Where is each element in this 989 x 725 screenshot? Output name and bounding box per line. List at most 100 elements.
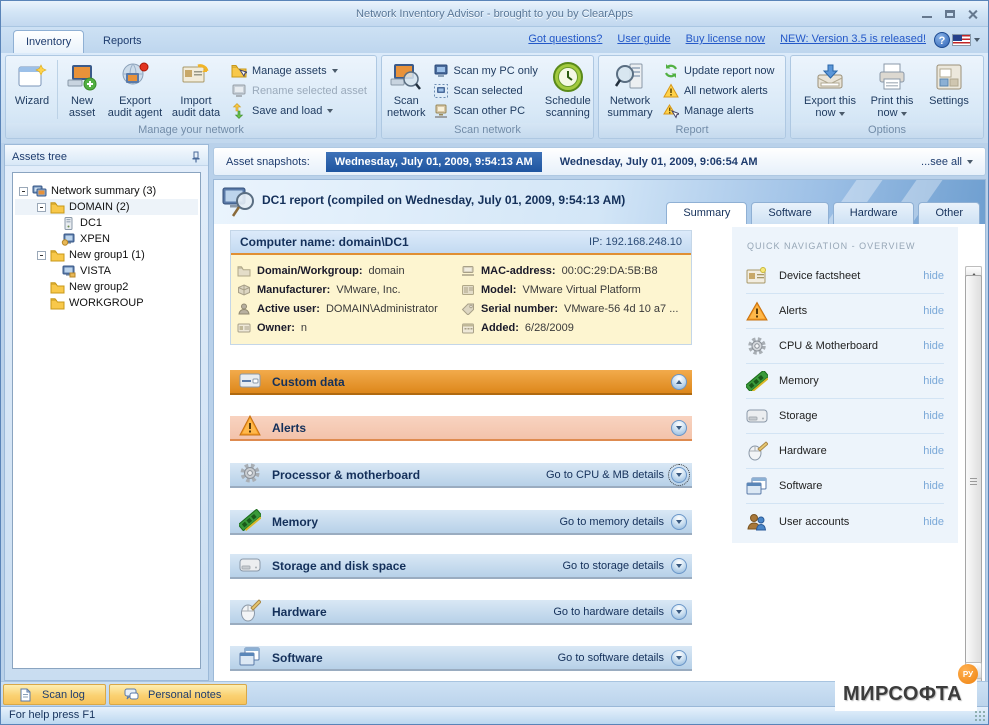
go-to-software-details-link[interactable]: Go to software details bbox=[558, 652, 664, 664]
snapshot-selected[interactable]: Wednesday, July 01, 2009, 9:54:13 AM bbox=[326, 152, 542, 172]
quick-nav-storage[interactable]: Storage hide bbox=[746, 399, 944, 434]
export-audit-agent-button[interactable]: Export audit agent bbox=[104, 58, 166, 121]
collapse-section-button[interactable] bbox=[671, 374, 687, 390]
go-to-cpu-details-link[interactable]: Go to CPU & MB details bbox=[546, 469, 664, 481]
hide-link[interactable]: hide bbox=[923, 340, 944, 352]
resize-grip[interactable] bbox=[974, 710, 986, 722]
hide-link[interactable]: hide bbox=[923, 375, 944, 387]
expand-section-button[interactable] bbox=[671, 558, 687, 574]
language-selector[interactable] bbox=[952, 34, 980, 46]
all-network-alerts-button[interactable]: All network alerts bbox=[660, 82, 778, 99]
expand-section-button[interactable] bbox=[671, 420, 687, 436]
go-to-storage-details-link[interactable]: Go to storage details bbox=[562, 560, 664, 572]
expand-section-button[interactable] bbox=[671, 514, 687, 530]
personal-notes-button[interactable]: Personal notes bbox=[109, 684, 247, 705]
section-custom-data[interactable]: Custom data bbox=[230, 370, 692, 395]
tree-item-new-group2[interactable]: New group2 bbox=[15, 279, 198, 295]
watermark: МИРСОФТА РУ bbox=[835, 667, 977, 711]
go-to-hardware-details-link[interactable]: Go to hardware details bbox=[553, 606, 664, 618]
help-icon[interactable]: ? bbox=[934, 32, 950, 48]
new-asset-button[interactable]: New asset bbox=[60, 58, 104, 121]
got-questions-link[interactable]: Got questions? bbox=[528, 33, 602, 45]
rename-selected-asset-button[interactable]: Rename selected asset bbox=[228, 82, 370, 99]
chevron-down-icon bbox=[676, 426, 682, 430]
hide-link[interactable]: hide bbox=[923, 410, 944, 422]
expand-section-button[interactable] bbox=[671, 650, 687, 666]
assets-tree: Network summary (3) DOMAIN (2) DC1 XPE bbox=[12, 172, 201, 669]
expand-section-button[interactable] bbox=[671, 604, 687, 620]
collapse-expander-icon[interactable] bbox=[37, 251, 46, 260]
hide-link[interactable]: hide bbox=[923, 305, 944, 317]
section-memory[interactable]: Memory Go to memory details bbox=[230, 510, 692, 535]
wizard-button[interactable]: Wizard bbox=[9, 58, 55, 121]
scan-log-button[interactable]: Scan log bbox=[3, 684, 106, 705]
manage-assets-button[interactable]: Manage assets bbox=[228, 62, 370, 79]
collapse-expander-icon[interactable] bbox=[37, 203, 46, 212]
hide-link[interactable]: hide bbox=[923, 480, 944, 492]
minimize-button[interactable] bbox=[920, 8, 934, 20]
collapse-expander-icon[interactable] bbox=[19, 187, 28, 196]
section-storage[interactable]: Storage and disk space Go to storage det… bbox=[230, 554, 692, 579]
tree-item-xpen[interactable]: XPEN bbox=[15, 231, 198, 247]
tree-item-domain[interactable]: DOMAIN (2) bbox=[15, 199, 198, 215]
pin-icon[interactable] bbox=[190, 151, 201, 163]
scan-other-pc-button[interactable]: Scan other PC bbox=[430, 102, 541, 119]
section-processor-motherboard[interactable]: Processor & motherboard Go to CPU & MB d… bbox=[230, 463, 692, 488]
update-report-button[interactable]: Update report now bbox=[660, 62, 778, 79]
scan-network-button[interactable]: Scan network bbox=[385, 58, 428, 121]
section-hardware[interactable]: Hardware Go to hardware details bbox=[230, 600, 692, 625]
manage-assets-icon bbox=[231, 63, 247, 79]
quick-nav-software[interactable]: Software hide bbox=[746, 469, 944, 504]
quick-nav-device-factsheet[interactable]: Device factsheet hide bbox=[746, 259, 944, 294]
user-guide-link[interactable]: User guide bbox=[617, 33, 670, 45]
vertical-scrollbar[interactable] bbox=[965, 266, 982, 679]
tab-other[interactable]: Other bbox=[918, 202, 980, 224]
expand-section-button[interactable] bbox=[671, 467, 687, 483]
package-icon bbox=[237, 284, 251, 296]
scan-my-pc-button[interactable]: Scan my PC only bbox=[430, 62, 541, 79]
maximize-button[interactable] bbox=[943, 8, 957, 20]
manage-alerts-button[interactable]: Manage alerts bbox=[660, 102, 778, 119]
tree-item-workgroup[interactable]: WORKGROUP bbox=[15, 295, 198, 311]
scan-selected-button[interactable]: Scan selected bbox=[430, 82, 541, 99]
quick-nav-memory[interactable]: Memory hide bbox=[746, 364, 944, 399]
tree-item-new-group1[interactable]: New group1 (1) bbox=[15, 247, 198, 263]
tab-hardware[interactable]: Hardware bbox=[833, 202, 915, 224]
tab-inventory[interactable]: Inventory bbox=[13, 30, 84, 53]
quick-nav-alerts[interactable]: Alerts hide bbox=[746, 294, 944, 329]
tab-summary[interactable]: Summary bbox=[666, 202, 747, 224]
report-header: DC1 report (compiled on Wednesday, July … bbox=[214, 180, 985, 224]
see-all-button[interactable]: ...see all bbox=[921, 156, 973, 168]
tab-software[interactable]: Software bbox=[751, 202, 828, 224]
quick-nav-user-accounts[interactable]: User accounts hide bbox=[746, 504, 944, 539]
export-this-now-button[interactable]: Export this now bbox=[801, 58, 859, 121]
snapshot-other[interactable]: Wednesday, July 01, 2009, 9:06:54 AM bbox=[560, 156, 758, 168]
buy-license-link[interactable]: Buy license now bbox=[686, 33, 766, 45]
settings-button[interactable]: Settings bbox=[925, 58, 973, 121]
fact-row: Active user: DOMAIN\Administrator bbox=[237, 301, 461, 316]
quick-nav-hardware[interactable]: Hardware hide bbox=[746, 434, 944, 469]
new-version-link[interactable]: NEW: Version 3.5 is released! bbox=[780, 33, 926, 45]
save-and-load-button[interactable]: Save and load bbox=[228, 102, 370, 119]
ribbon-group-scan-network: Scan network Scan my PC only bbox=[381, 55, 594, 139]
schedule-scanning-button[interactable]: Schedule scanning bbox=[543, 58, 593, 121]
tree-item-vista[interactable]: VISTA bbox=[15, 263, 198, 279]
close-button[interactable] bbox=[966, 8, 980, 20]
tree-item-dc1[interactable]: DC1 bbox=[15, 215, 198, 231]
import-audit-data-button[interactable]: Import audit data bbox=[166, 58, 226, 121]
tab-reports[interactable]: Reports bbox=[91, 30, 154, 53]
hide-link[interactable]: hide bbox=[923, 445, 944, 457]
personal-notes-label: Personal notes bbox=[148, 689, 221, 701]
tree-item-network-summary[interactable]: Network summary (3) bbox=[15, 183, 198, 199]
go-to-memory-details-link[interactable]: Go to memory details bbox=[559, 516, 664, 528]
section-alerts[interactable]: Alerts bbox=[230, 416, 692, 441]
warning-triangle-icon bbox=[746, 301, 768, 321]
scrollbar-thumb[interactable] bbox=[965, 275, 982, 687]
network-summary-button[interactable]: Network summary bbox=[602, 58, 658, 121]
window-title: Network Inventory Advisor - brought to y… bbox=[356, 8, 633, 20]
hide-link[interactable]: hide bbox=[923, 516, 944, 528]
section-software[interactable]: Software Go to software details bbox=[230, 646, 692, 671]
print-this-now-button[interactable]: Print this now bbox=[865, 58, 919, 121]
hide-link[interactable]: hide bbox=[923, 270, 944, 282]
quick-nav-cpu-motherboard[interactable]: CPU & Motherboard hide bbox=[746, 329, 944, 364]
